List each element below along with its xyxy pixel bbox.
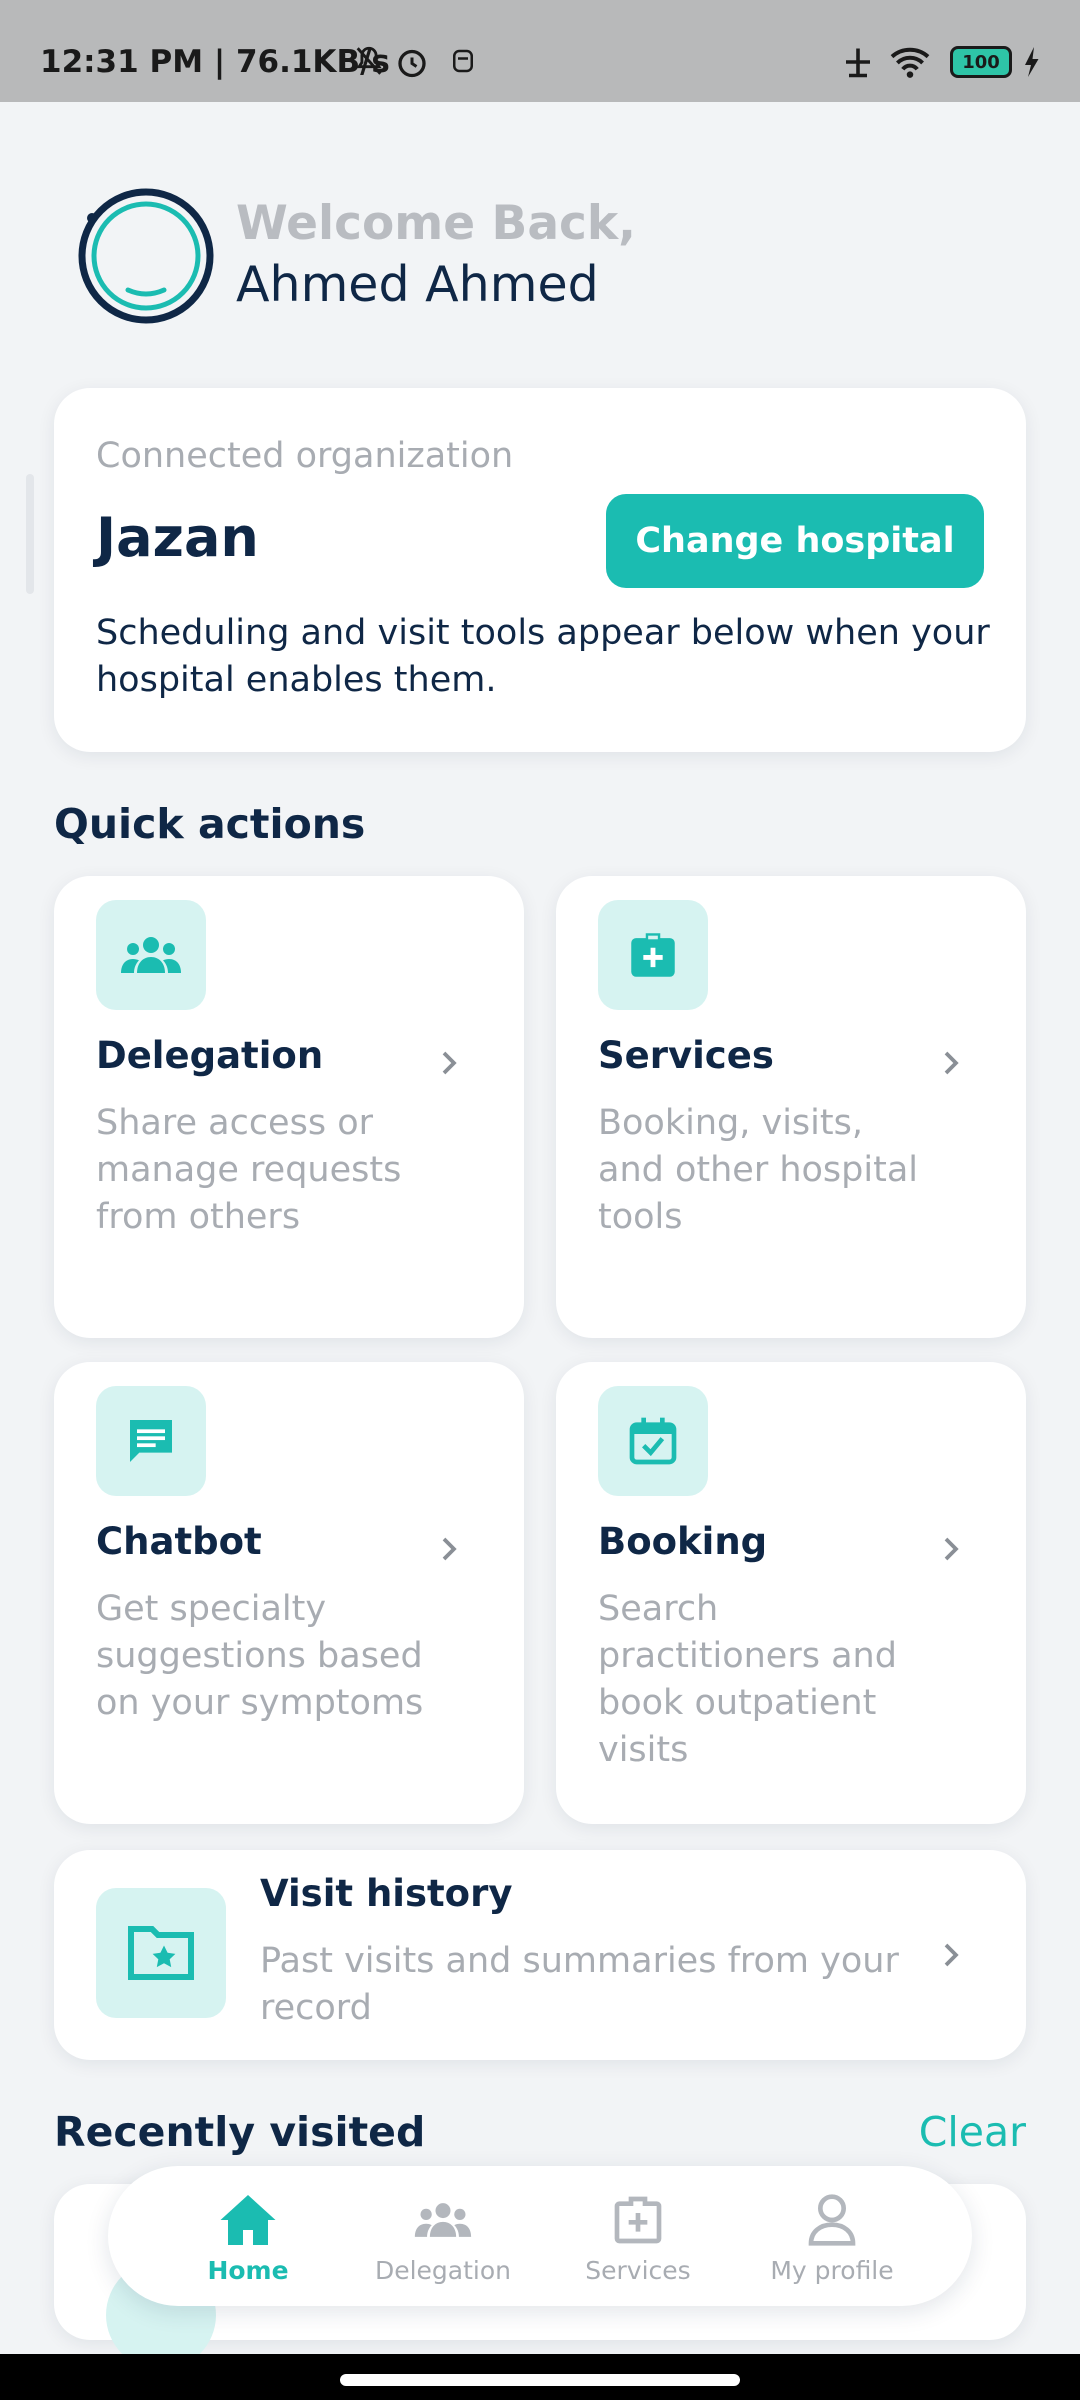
home-indicator[interactable] — [340, 2374, 740, 2386]
booking-tile[interactable]: Booking Search practitioners and book ou… — [556, 1362, 1026, 1824]
tile-title: Services — [598, 1034, 774, 1077]
nav-home[interactable]: Home — [158, 2166, 338, 2306]
tile-title: Chatbot — [96, 1520, 262, 1563]
organization-card: Connected organization Jazan Change hosp… — [54, 388, 1026, 752]
change-hospital-button[interactable]: Change hospital — [606, 494, 984, 588]
avatar[interactable] — [76, 186, 216, 326]
calendar-check-icon-container — [598, 1386, 708, 1496]
visit-history-title: Visit history — [260, 1872, 513, 1915]
chevron-right-icon — [944, 1943, 959, 1967]
nav-my-profile[interactable]: My profile — [742, 2166, 922, 2306]
medical-bag-icon — [614, 2196, 662, 2244]
services-tile[interactable]: Services Booking, visits, and other hosp… — [556, 876, 1026, 1338]
chatbot-tile[interactable]: Chatbot Get specialty suggestions based … — [54, 1362, 524, 1824]
chevron-right-icon — [442, 1537, 457, 1561]
scroll-indicator — [26, 474, 34, 594]
battery-icon: 100 — [950, 46, 1012, 78]
folder-star-icon — [128, 1926, 194, 1980]
people-icon — [414, 2203, 472, 2237]
quick-actions-title: Quick actions — [54, 800, 366, 848]
chevron-right-icon — [944, 1537, 959, 1561]
notification-icon — [453, 49, 473, 73]
tile-description: Search practitioners and book outpatient… — [598, 1589, 897, 1770]
signal-icon — [846, 48, 870, 78]
tile-title: Booking — [598, 1520, 768, 1563]
nav-label: My profile — [770, 2256, 894, 2285]
home-icon — [220, 2195, 276, 2245]
welcome-text: Welcome Back, — [236, 196, 637, 251]
charging-icon — [1025, 47, 1039, 77]
chevron-right-icon — [944, 1051, 959, 1075]
calendar-check-icon — [629, 1417, 677, 1465]
organization-name: Jazan — [96, 506, 259, 569]
organization-label: Connected organization — [96, 436, 514, 476]
alarm-icon — [398, 49, 426, 78]
tile-description: Booking, visits, and other hospital tool… — [598, 1103, 919, 1237]
recently-visited-title: Recently visited — [54, 2108, 426, 2156]
visit-history-description: Past visits and summaries from your reco… — [260, 1941, 899, 2028]
medical-bag-icon — [631, 933, 675, 977]
bottom-navigation: Home Delegation Services My profile — [108, 2166, 972, 2306]
tile-description: Share access or manage requests from oth… — [96, 1103, 402, 1237]
tile-title: Delegation — [96, 1034, 324, 1077]
medical-bag-icon-container — [598, 900, 708, 1010]
clear-button[interactable]: Clear — [919, 2108, 1026, 2156]
nav-label: Services — [585, 2256, 691, 2285]
folder-star-icon-container — [96, 1888, 226, 2018]
nav-services[interactable]: Services — [548, 2166, 728, 2306]
people-icon — [121, 937, 181, 973]
nav-label: Home — [207, 2256, 289, 2285]
nav-delegation[interactable]: Delegation — [353, 2166, 533, 2306]
mute-icon — [356, 46, 382, 75]
status-time-speed: 12:31 PM | 76.1KB/s — [40, 44, 390, 80]
visit-history-card[interactable]: Visit history Past visits and summaries … — [54, 1850, 1026, 2060]
nav-label: Delegation — [374, 2256, 512, 2285]
chat-icon — [130, 1420, 172, 1462]
chat-icon-container — [96, 1386, 206, 1496]
battery-level: 100 — [962, 51, 1000, 73]
person-icon — [808, 2194, 856, 2246]
organization-description: Scheduling and visit tools appear below … — [96, 613, 990, 700]
chevron-right-icon — [442, 1051, 457, 1075]
tile-description: Get specialty suggestions based on your … — [96, 1589, 424, 1723]
user-name: Ahmed Ahmed — [236, 256, 599, 313]
people-icon-container — [96, 900, 206, 1010]
delegation-tile[interactable]: Delegation Share access or manage reques… — [54, 876, 524, 1338]
wifi-icon — [890, 47, 930, 78]
status-bar: 12:31 PM | 76.1KB/s 100 — [0, 0, 1080, 102]
